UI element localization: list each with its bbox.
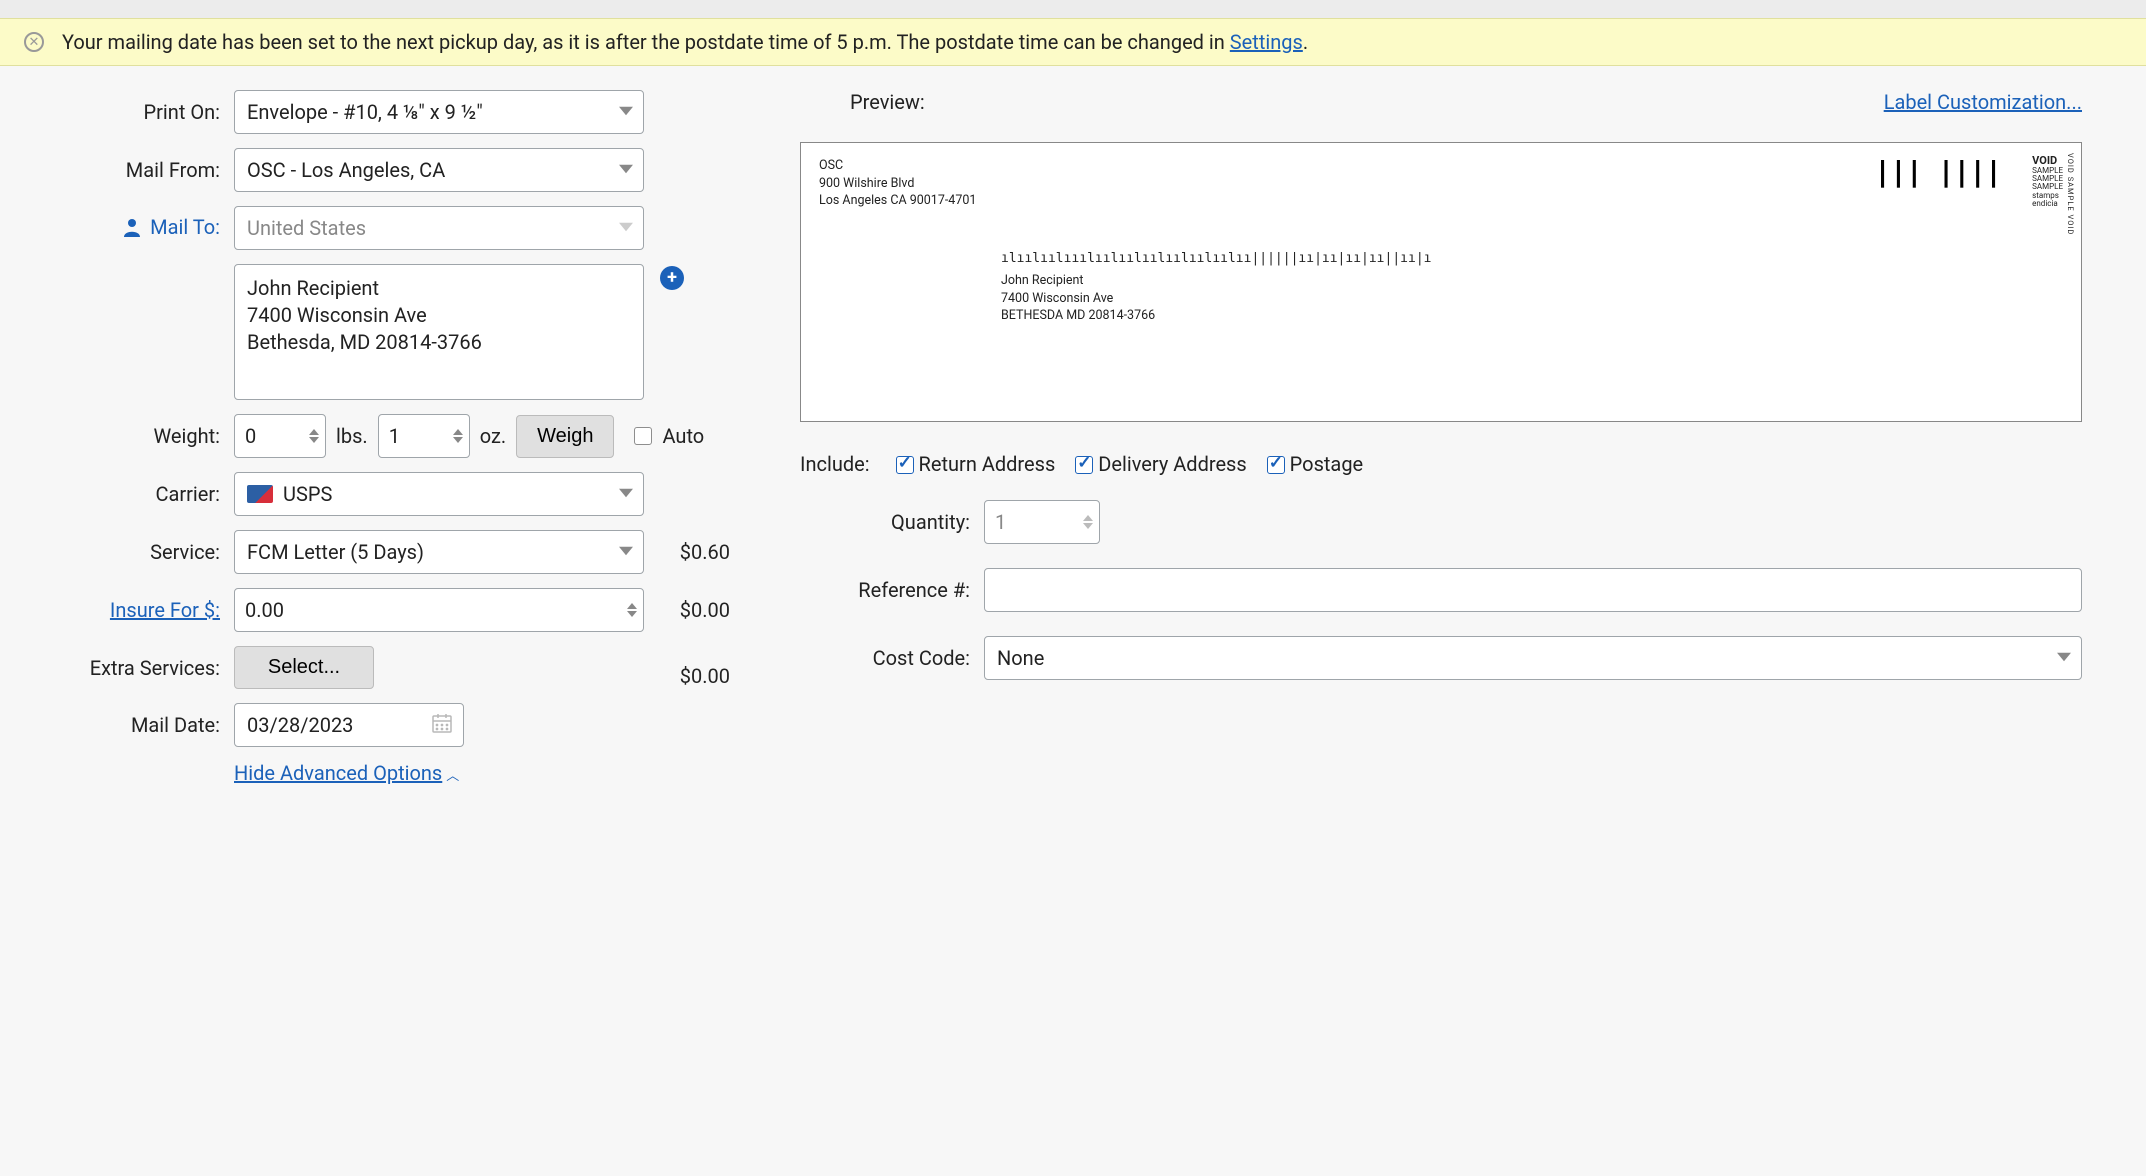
void-stamp: VOID SAMPLE SAMPLE SAMPLE stamps endicia <box>2032 155 2063 209</box>
carrier-label: Carrier: <box>4 482 234 506</box>
auto-weight-checkbox[interactable] <box>634 427 652 445</box>
notification-banner: ✕ Your mailing date has been set to the … <box>0 18 2146 66</box>
banner-close-icon[interactable]: ✕ <box>24 32 44 52</box>
settings-link[interactable]: Settings <box>1230 30 1303 54</box>
destination-block: ılıılıılııılıılıılıılıılıılıılıı||||||ıı… <box>1001 251 1431 325</box>
spinner-arrows-icon[interactable] <box>627 603 637 617</box>
banner-period: . <box>1303 30 1308 54</box>
carrier-select[interactable]: USPS <box>234 472 644 516</box>
barcode-icon: ||| |||| <box>1874 155 2001 188</box>
extra-services-button[interactable]: Select... <box>234 646 374 689</box>
mail-to-country-value: United States <box>247 216 366 240</box>
envelope-preview: OSC 900 Wilshire Blvd Los Angeles CA 900… <box>800 142 2082 422</box>
chevron-down-icon <box>619 163 633 177</box>
mail-from-select[interactable]: OSC - Los Angeles, CA <box>234 148 644 192</box>
insure-price: $0.00 <box>644 598 740 622</box>
mail-form: Print On: Envelope - #10, 4 ⅛" x 9 ½" Ma… <box>0 90 740 785</box>
label-customization-link[interactable]: Label Customization... <box>1884 90 2082 114</box>
weight-oz-value: 1 <box>389 424 400 448</box>
extra-services-label: Extra Services: <box>4 656 234 680</box>
quantity-value: 1 <box>995 510 1006 534</box>
quantity-input[interactable]: 1 <box>984 500 1100 544</box>
destination-address-preview: John Recipient 7400 Wisconsin Ave BETHES… <box>1001 272 1431 325</box>
banner-message: Your mailing date has been set to the ne… <box>62 30 1308 54</box>
usps-icon <box>247 485 273 503</box>
insure-label[interactable]: Insure For $: <box>4 598 234 622</box>
print-on-select[interactable]: Envelope - #10, 4 ⅛" x 9 ½" <box>234 90 644 134</box>
mail-from-value: OSC - Los Angeles, CA <box>247 158 445 182</box>
void-side-text: VOID SAMPLE VOID <box>2066 153 2075 235</box>
mail-to-label-text: Mail To: <box>150 215 220 239</box>
spinner-arrows-icon[interactable] <box>309 429 319 443</box>
oz-unit-label: oz. <box>480 424 506 448</box>
include-return-address-checkbox[interactable] <box>896 456 914 474</box>
preview-label: Preview: <box>850 90 925 114</box>
include-delivery-address-checkbox[interactable] <box>1075 456 1093 474</box>
spinner-arrows-icon[interactable] <box>453 429 463 443</box>
mail-date-value: 03/28/2023 <box>247 713 353 737</box>
include-return-address-label: Return Address <box>919 452 1056 476</box>
spinner-arrows-icon[interactable] <box>1083 515 1093 529</box>
weigh-button[interactable]: Weigh <box>516 415 614 458</box>
add-recipient-button[interactable]: + <box>660 266 684 290</box>
insure-input[interactable]: 0.00 <box>234 588 644 632</box>
print-on-label: Print On: <box>4 100 234 124</box>
lbs-unit-label: lbs. <box>336 424 368 448</box>
insure-link[interactable]: Insure For $: <box>110 598 220 622</box>
mail-date-input[interactable]: 03/28/2023 <box>234 703 464 747</box>
quantity-label: Quantity: <box>800 510 970 534</box>
person-icon <box>122 217 142 242</box>
include-postage-label: Postage <box>1290 452 1363 476</box>
include-label: Include: <box>800 452 870 476</box>
chevron-down-icon <box>619 221 633 235</box>
chevron-up-icon: ︿ <box>446 765 459 784</box>
mail-date-label: Mail Date: <box>4 713 234 737</box>
stamps-endicia-text: stamps endicia <box>2032 192 2063 209</box>
chevron-down-icon <box>619 105 633 119</box>
cost-code-value: None <box>997 646 1044 670</box>
service-price: $0.60 <box>644 540 740 564</box>
preview-panel: Preview: Label Customization... OSC 900 … <box>800 90 2122 785</box>
include-delivery-address-label: Delivery Address <box>1098 452 1246 476</box>
extra-price: $0.00 <box>644 648 740 688</box>
auto-weight-label: Auto <box>662 424 704 448</box>
service-select[interactable]: FCM Letter (5 Days) <box>234 530 644 574</box>
insure-value: 0.00 <box>245 598 284 622</box>
reference-input[interactable] <box>984 568 2082 612</box>
carrier-value: USPS <box>283 482 332 506</box>
banner-text: Your mailing date has been set to the ne… <box>62 30 1230 54</box>
include-options: Include: Return Address Delivery Address… <box>800 452 2082 476</box>
intelligent-mail-barcode: ılıılıılııılıılıılıılıılıılıılıı||||||ıı… <box>1001 251 1431 266</box>
advanced-options-text: Hide Advanced Options <box>234 761 442 785</box>
reference-label: Reference #: <box>800 578 970 602</box>
address-textarea[interactable]: John Recipient 7400 Wisconsin Ave Bethes… <box>234 264 644 400</box>
chevron-down-icon <box>619 487 633 501</box>
weight-oz-input[interactable]: 1 <box>378 414 470 458</box>
print-on-value: Envelope - #10, 4 ⅛" x 9 ½" <box>247 100 483 124</box>
cost-code-label: Cost Code: <box>800 646 970 670</box>
chevron-down-icon <box>619 545 633 559</box>
calendar-icon[interactable] <box>431 712 453 739</box>
service-value: FCM Letter (5 Days) <box>247 540 424 564</box>
chevron-down-icon <box>2057 651 2071 665</box>
cost-code-select[interactable]: None <box>984 636 2082 680</box>
include-postage-checkbox[interactable] <box>1267 456 1285 474</box>
weight-lbs-input[interactable]: 0 <box>234 414 326 458</box>
weight-lbs-value: 0 <box>245 424 256 448</box>
mail-from-label: Mail From: <box>4 158 234 182</box>
weight-label: Weight: <box>4 424 234 448</box>
advanced-options-toggle[interactable]: Hide Advanced Options ︿ <box>234 761 459 785</box>
window-top-strip <box>0 0 2146 18</box>
mail-to-label[interactable]: Mail To: <box>4 215 234 242</box>
service-label: Service: <box>4 540 234 564</box>
mail-to-country-select[interactable]: United States <box>234 206 644 250</box>
